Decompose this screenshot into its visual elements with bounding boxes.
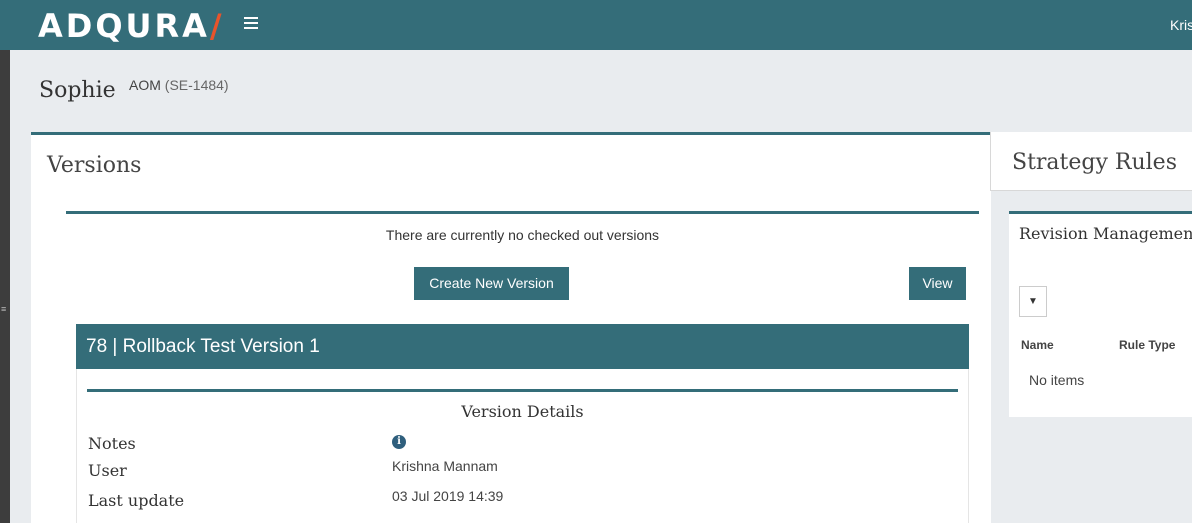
last-update-value: 03 Jul 2019 14:39 [392,488,504,504]
strategy-rules-tab[interactable]: Strategy Rules [990,132,1192,191]
user-label: User [88,461,127,480]
logo-text: ADQURA [38,7,210,45]
versions-title: Versions [47,153,142,178]
hamburger-menu-icon[interactable] [244,17,258,31]
revision-dropdown[interactable]: ▼ [1019,286,1047,317]
page-subtitle: AOM (SE-1484) [129,77,229,93]
resize-grip-icon[interactable]: ≡ [1,305,6,314]
versions-panel: Versions There are currently no checked … [31,132,991,523]
create-new-version-button[interactable]: Create New Version [414,267,569,300]
page-title: Sophie [39,78,116,103]
version-header-bar[interactable]: 78 | Rollback Test Version 1 [76,324,969,369]
checkout-box: There are currently no checked out versi… [66,211,979,311]
chevron-down-icon: ▼ [1028,296,1038,307]
subtitle-code: (SE-1484) [164,77,229,93]
revision-management-title: Revision Management [1019,224,1192,243]
no-checkout-message: There are currently no checked out versi… [385,227,660,243]
revision-management-box: Revision Management ▼ Name Rule Type No … [1009,211,1192,417]
version-details-title: Version Details [461,402,584,421]
info-icon[interactable]: i [392,435,406,449]
no-items-message: No items [1029,372,1085,388]
version-details-container: Version Details Notes i User Krishna Man… [76,369,969,523]
version-details-box: Version Details Notes i User Krishna Man… [87,389,958,523]
adqura-logo[interactable]: ADQURA/ [38,8,225,44]
column-header-name[interactable]: Name [1021,338,1054,352]
page-header: Sophie AOM (SE-1484) [10,50,1192,132]
left-rail: ≡ [0,0,10,523]
strategy-rules-title: Strategy Rules [1012,150,1177,175]
column-header-rule-type[interactable]: Rule Type [1119,338,1175,352]
view-button[interactable]: View [909,267,966,300]
notes-label: Notes [88,434,136,453]
last-update-label: Last update [88,491,185,510]
user-menu[interactable]: Kris [1170,17,1192,33]
subtitle-label: AOM [129,77,161,93]
top-navigation-bar: ADQURA/ Kris [0,0,1192,50]
logo-slash: / [209,7,225,45]
user-value: Krishna Mannam [392,458,498,474]
